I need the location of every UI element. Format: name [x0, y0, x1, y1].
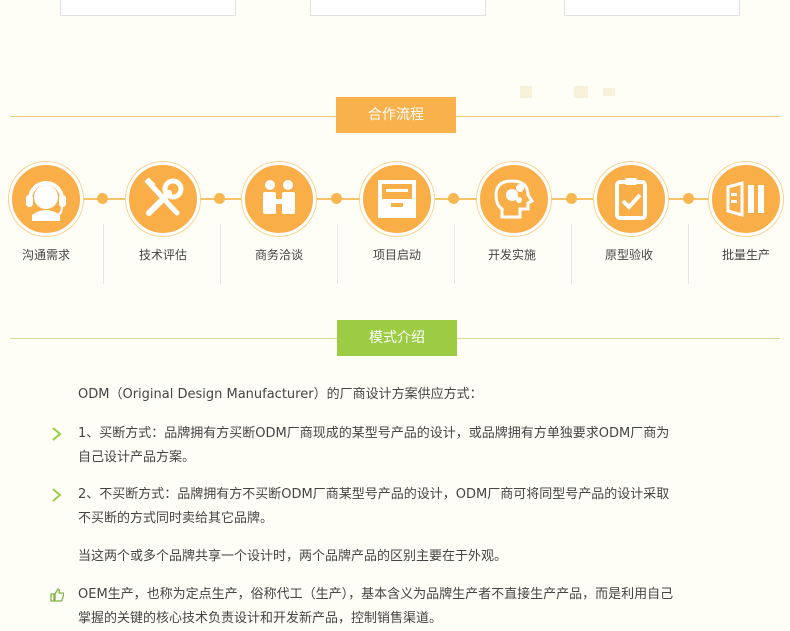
step-label: 沟通需求 — [21, 248, 70, 262]
section-title-mode: 模式介绍 — [337, 320, 457, 356]
section-title-process: 合作流程 — [336, 97, 456, 133]
step-label: 原型验收 — [604, 248, 653, 262]
flow-dot — [566, 193, 577, 204]
step-mass-production — [709, 162, 783, 236]
clipboard-check-icon — [615, 178, 647, 220]
step-separator — [103, 224, 104, 284]
decor-block — [574, 86, 588, 98]
step-label: 项目启动 — [372, 248, 421, 262]
step-business-negotiation — [242, 162, 316, 236]
step-tech-evaluation — [126, 162, 200, 236]
top-card-3 — [564, 0, 740, 16]
step-prototype-acceptance — [594, 162, 668, 236]
list-item-buyout: 1、买断方式：品牌拥有方买断ODM厂商现成的某型号产品的设计，或品牌拥有方单独要… — [78, 426, 670, 465]
flow-dot — [448, 193, 459, 204]
step-label: 技术评估 — [138, 248, 187, 262]
step-separator — [571, 224, 572, 284]
chevron-right-icon — [52, 488, 62, 502]
oem-text: OEM生产，也称为定点生产，俗称代工（生产），基本含义为品牌生产者不直接生产产品… — [78, 587, 674, 626]
step-label: 商务洽谈 — [254, 248, 303, 262]
chevron-right-icon — [52, 427, 62, 441]
thumbs-up-icon — [50, 588, 64, 602]
decor-block — [603, 88, 615, 96]
flow-dot — [331, 193, 342, 204]
handshake-icon — [263, 180, 295, 214]
note-text: 当这两个或多个品牌共享一个设计时，两个品牌产品的区别主要在于外观。 — [78, 549, 508, 564]
step-label: 开发实施 — [487, 248, 536, 262]
step-separator — [220, 224, 221, 284]
flow-dot — [683, 193, 694, 204]
step-communicate — [9, 162, 83, 236]
step-separator — [454, 224, 455, 284]
inbox-tray-icon — [378, 180, 416, 218]
production-icon — [726, 181, 764, 217]
intro-text: ODM（Original Design Manufacturer）的厂商设计方案… — [78, 387, 483, 402]
flow-dot — [97, 193, 108, 204]
top-card-1 — [60, 0, 236, 16]
step-label: 批量生产 — [721, 248, 770, 262]
decor-block — [520, 86, 532, 98]
step-separator — [337, 224, 338, 284]
headset-icon — [26, 181, 66, 221]
step-project-start — [360, 162, 434, 236]
step-development — [477, 162, 551, 236]
list-item-non-buyout: 2、不买断方式：品牌拥有方不买断ODM厂商某型号产品的设计，ODM厂商可将同型号… — [78, 487, 670, 526]
top-card-2 — [310, 0, 486, 16]
tools-icon — [144, 177, 184, 216]
flow-dot — [214, 193, 225, 204]
step-separator — [688, 224, 689, 284]
head-gears-icon — [494, 179, 535, 219]
